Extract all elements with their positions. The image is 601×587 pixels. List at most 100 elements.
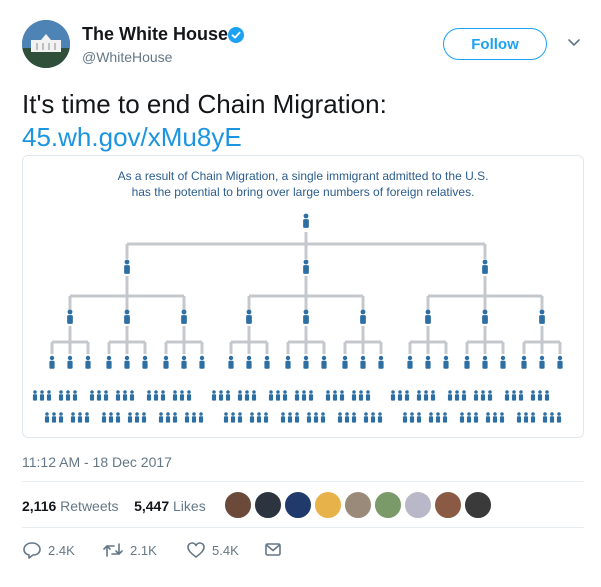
person-icon [191,412,197,423]
person-icon [425,355,431,369]
person-icon [428,412,434,423]
person-icon [365,390,371,401]
chevron-down-icon[interactable] [567,38,581,48]
person-icon [122,390,128,401]
person-icon [442,412,448,423]
person-icon [142,355,148,369]
person-icon [285,355,291,369]
person-icon [72,390,78,401]
person-icon [124,309,130,324]
person-icon [89,390,95,401]
person-icon [58,412,64,423]
person-icon [443,355,449,369]
person-icon [404,390,410,401]
follow-button[interactable]: Follow [443,28,547,60]
person-icon [184,412,190,423]
liker-avatar[interactable] [224,491,252,519]
person-icon [103,390,109,401]
person-icon [542,412,548,423]
person-icon [129,390,135,401]
person-icon [337,412,343,423]
liker-avatar[interactable] [314,491,342,519]
liker-avatar[interactable] [464,491,492,519]
likes-label[interactable]: Likes [173,498,206,514]
person-icon [306,412,312,423]
person-icon [402,412,408,423]
person-icon [480,390,486,401]
person-icon [101,412,107,423]
tweet-link[interactable]: 45.wh.gov/xMu8yE [22,121,242,154]
person-icon [303,355,309,369]
person-icon [237,412,243,423]
person-icon [303,213,309,228]
retweets-label[interactable]: Retweets [60,498,118,514]
person-icon [473,412,479,423]
family-tree-diagram [32,213,563,423]
person-icon [530,390,536,401]
reply-button[interactable]: 2.4K [22,541,75,559]
author-name[interactable]: The White House [82,24,228,45]
person-icon [358,390,364,401]
person-icon [504,390,510,401]
person-icon [127,412,133,423]
person-icon [223,412,229,423]
like-button[interactable]: 5.4K [186,541,239,559]
person-icon [85,355,91,369]
liker-avatar[interactable] [434,491,462,519]
person-icon [275,390,281,401]
person-icon [397,390,403,401]
direct-message-button[interactable] [264,541,288,557]
liker-avatar[interactable] [374,491,402,519]
person-icon [303,259,309,274]
timestamp[interactable]: 11:12 AM - 18 Dec 2017 [22,454,172,470]
liker-avatar[interactable] [344,491,372,519]
avatar[interactable] [22,20,70,68]
person-icon [556,412,562,423]
tweet-text: It's time to end Chain Migration: [22,89,387,119]
reply-icon [23,542,41,559]
person-icon [339,390,345,401]
person-icon [211,390,217,401]
person-icon [181,355,187,369]
liker-avatar[interactable] [404,491,432,519]
liker-avatar[interactable] [284,491,312,519]
heart-icon [187,542,205,558]
retweet-icon [103,543,123,557]
media-card[interactable]: As a result of Chain Migration, a single… [22,155,584,438]
person-icon [518,390,524,401]
person-icon [280,412,286,423]
person-icon [134,412,140,423]
person-icon [416,390,422,401]
person-icon [51,412,57,423]
person-icon [165,412,171,423]
retweet-button[interactable]: 2.1K [102,541,157,559]
person-icon [454,390,460,401]
person-icon [46,390,52,401]
person-icon [146,390,152,401]
likes-count[interactable]: 5,447 [134,498,169,514]
person-icon [263,412,269,423]
person-icon [264,355,270,369]
person-icon [425,309,431,324]
person-icon [115,390,121,401]
liker-avatar[interactable] [254,491,282,519]
retweets-count[interactable]: 2,116 [22,498,56,514]
person-icon [246,355,252,369]
person-icon [482,355,488,369]
person-icon [320,412,326,423]
person-icon [158,412,164,423]
person-icon [65,390,71,401]
person-icon [199,355,205,369]
person-icon [225,390,231,401]
person-icon [308,390,314,401]
envelope-icon [265,543,281,556]
person-icon [435,412,441,423]
author-handle[interactable]: @WhiteHouse [82,49,172,65]
person-icon [67,309,73,324]
person-icon [70,412,76,423]
person-icon [539,309,545,324]
person-icon [521,355,527,369]
retweet-count: 2.1K [130,542,157,558]
person-icon [464,355,470,369]
person-icon [84,412,90,423]
